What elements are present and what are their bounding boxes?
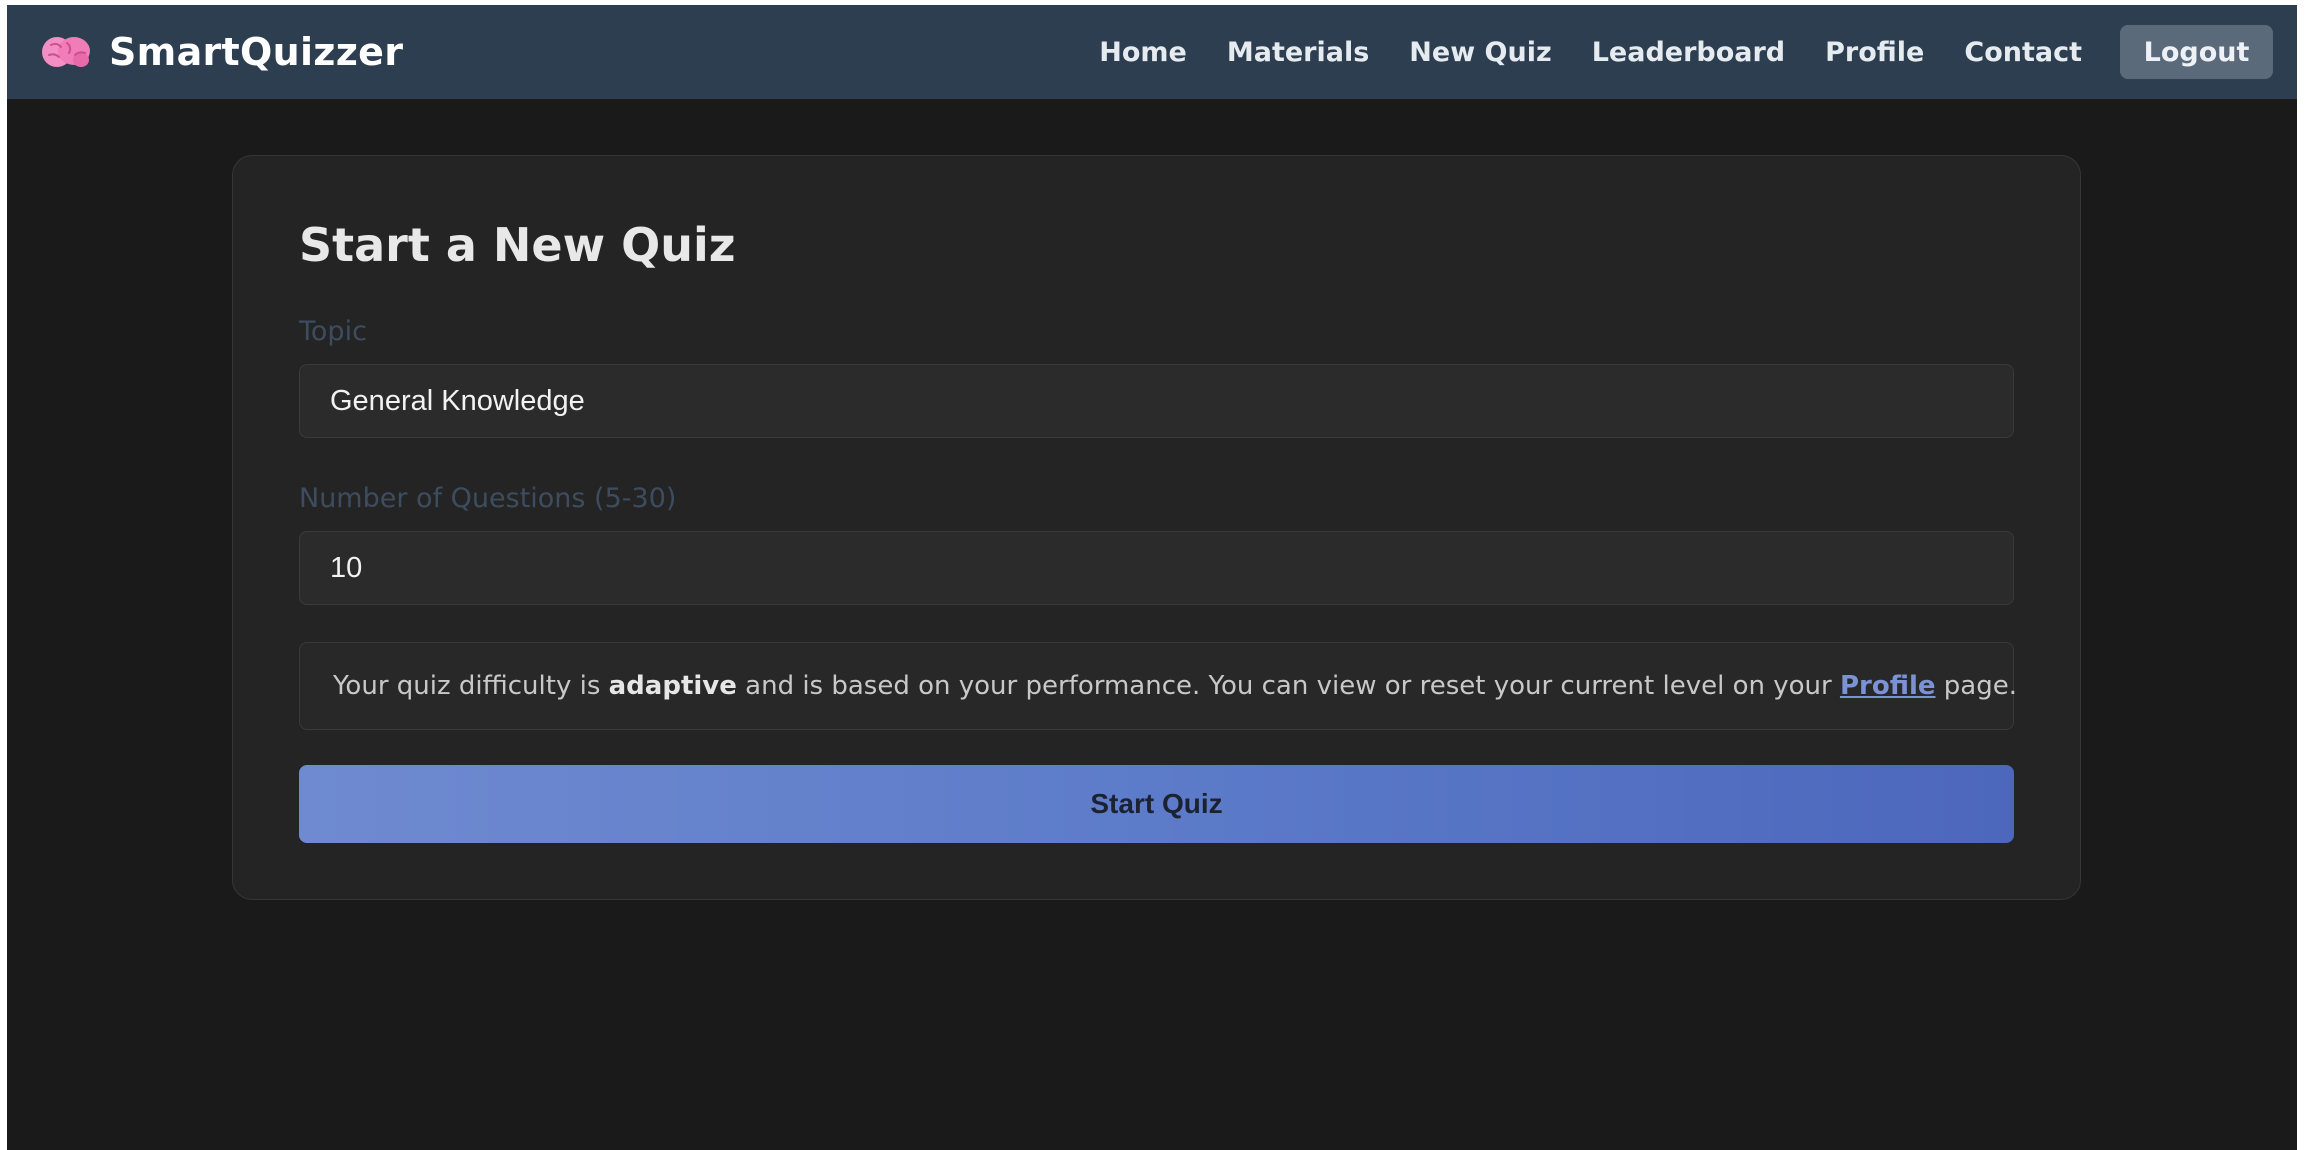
question-count-label: Number of Questions (5-30) xyxy=(299,483,677,514)
topic-label: Topic xyxy=(299,316,367,347)
topic-input[interactable] xyxy=(299,364,2014,438)
adaptive-difficulty-info: Your quiz difficulty is adaptive and is … xyxy=(299,642,2017,730)
info-text-middle: and is based on your performance. You ca… xyxy=(736,671,1840,701)
new-quiz-card: Start a New Quiz Topic Number of Questio… xyxy=(232,155,2081,900)
nav-links: Home Materials New Quiz Leaderboard Prof… xyxy=(1059,5,2273,99)
profile-link[interactable]: Profile xyxy=(1840,671,1936,701)
question-count-input[interactable] xyxy=(299,531,2014,605)
info-text-before: Your quiz difficulty is xyxy=(333,671,609,701)
start-quiz-button[interactable]: Start Quiz xyxy=(299,765,2014,843)
info-text-after: page. xyxy=(1935,671,2017,701)
nav-link-contact[interactable]: Contact xyxy=(1964,37,2082,68)
app-frame: SmartQuizzer Home Materials New Quiz Lea… xyxy=(7,5,2297,1150)
brand[interactable]: SmartQuizzer xyxy=(41,5,403,99)
brain-icon xyxy=(41,33,91,71)
info-emphasis: adaptive xyxy=(608,671,737,701)
navbar: SmartQuizzer Home Materials New Quiz Lea… xyxy=(7,5,2297,99)
nav-link-materials[interactable]: Materials xyxy=(1227,37,1369,68)
page-title: Start a New Quiz xyxy=(299,218,736,272)
brand-name: SmartQuizzer xyxy=(109,30,404,74)
nav-link-profile[interactable]: Profile xyxy=(1825,37,1924,68)
nav-link-home[interactable]: Home xyxy=(1099,37,1187,68)
logout-button[interactable]: Logout xyxy=(2120,25,2273,79)
nav-link-new-quiz[interactable]: New Quiz xyxy=(1409,37,1551,68)
nav-link-leaderboard[interactable]: Leaderboard xyxy=(1592,37,1785,68)
